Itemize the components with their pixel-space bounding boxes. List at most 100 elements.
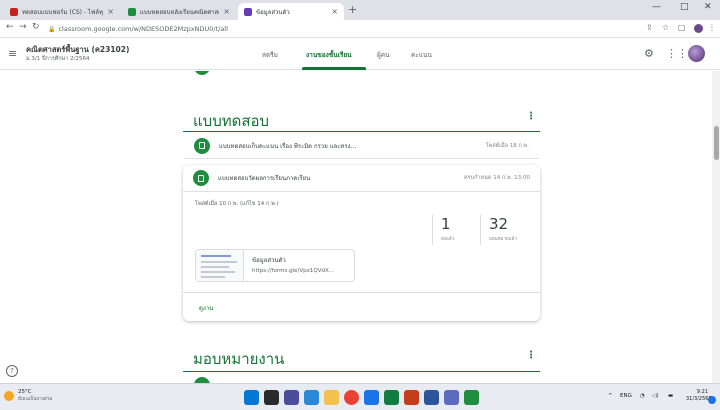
- attachment-url: https://forms.gle/Vpx1QVdX...: [252, 268, 335, 274]
- input-language[interactable]: ENG: [620, 393, 632, 399]
- item-title: แบบทดสอบวัดผลการเรียนภาคเรียน: [218, 175, 311, 182]
- quiz-assignment-icon: [193, 170, 209, 186]
- close-icon[interactable]: ×: [331, 7, 338, 16]
- notification-icon[interactable]: [708, 396, 716, 404]
- tab-stream[interactable]: สตรีม: [262, 50, 278, 60]
- view-assignment-link[interactable]: ดูงาน: [199, 303, 213, 313]
- attachment-title: ข้อมูลส่วนตัว: [252, 257, 286, 264]
- sun-icon: [4, 390, 14, 401]
- tab-people[interactable]: ผู้คน: [377, 50, 390, 60]
- hamburger-menu-icon[interactable]: ≡: [8, 47, 17, 60]
- browser-tab-3[interactable]: ข้อมูลส่วนตัว ×: [238, 3, 344, 20]
- form-attachment[interactable]: ข้อมูลส่วนตัว https://forms.gle/Vpx1QVdX…: [195, 249, 355, 282]
- avatar[interactable]: [688, 45, 705, 62]
- form-thumbnail: [196, 250, 244, 281]
- weather-widget[interactable]: 25°C มีเมฆเป็นบางส่วน: [4, 389, 52, 402]
- profile-icon[interactable]: [694, 24, 703, 33]
- browser-tab-2[interactable]: แบบทดสอบหลังเรียนคณิตศาสตร์ คณิตฯ ×: [122, 3, 236, 20]
- expanded-assignment-card: แบบทดสอบวัดผลการเรียนภาคเรียน ครบกำหนด 1…: [183, 165, 540, 321]
- classwork-content: แบบทดสอบ ⋮ แบบทดสอบเก็บคะแนน เรื่อง พีระ…: [0, 71, 712, 383]
- battery-icon[interactable]: ▬: [668, 393, 673, 399]
- settings-gear-icon[interactable]: ⚙: [644, 47, 654, 60]
- help-icon[interactable]: ?: [6, 365, 18, 377]
- reload-icon[interactable]: ↻: [32, 22, 40, 32]
- scrollbar-thumb[interactable]: [714, 126, 719, 160]
- topic-title: แบบทดสอบ: [193, 112, 270, 130]
- lock-icon: 🔒: [48, 25, 56, 33]
- list-item[interactable]: แบบทดสอบเก็บคะแนน เรื่อง พีระมิด กรวย แล…: [184, 133, 539, 159]
- bookmark-star-icon[interactable]: ☆: [662, 23, 669, 32]
- new-tab-button[interactable]: +: [348, 3, 357, 16]
- topic-divider: [183, 131, 540, 132]
- topic-title: มอบหมายงาน: [193, 350, 285, 368]
- tab-title: ข้อมูลส่วนตัว: [256, 8, 290, 16]
- word-icon[interactable]: [424, 390, 439, 405]
- browser-menu-icon[interactable]: ⋮: [708, 23, 716, 32]
- tab-title: แบบทดสอบหลังเรียนคณิตศาสตร์ คณิตฯ: [140, 8, 220, 16]
- stat-assigned[interactable]: 32 มอบหมายแล้ว: [480, 215, 528, 245]
- forms-icon: [244, 7, 252, 16]
- url-input[interactable]: 🔒 classroom.google.com/w/NDESODE2MzpxNDU…: [48, 22, 628, 36]
- item-title: แบบทดสอบเก็บคะแนน เรื่อง พีระมิด กรวย แล…: [219, 142, 357, 150]
- quiz-assignment-icon: [194, 137, 210, 154]
- windows-start-icon[interactable]: [244, 390, 259, 405]
- stat-number: 32: [489, 215, 509, 233]
- classroom-header: ≡ คณิตศาสตร์พื้นฐาน (ค23102) ม.3/1 ปีการ…: [0, 38, 720, 70]
- forward-icon[interactable]: →: [19, 22, 27, 32]
- minimize-button[interactable]: —: [652, 2, 661, 12]
- topic-more-icon[interactable]: ⋮: [526, 350, 536, 361]
- list-item[interactable]: แบบทดสอบวัดผลการเรียนภาคเรียน ครบกำหนด 1…: [183, 165, 540, 192]
- browser-tab-1[interactable]: ทดสอบแบบฟอร์ม (CS) - ไฟล์ทุกอย่าง ×: [4, 3, 120, 20]
- address-bar: ← → ↻ 🔒 classroom.google.com/w/NDESODE2M…: [0, 20, 720, 38]
- tab-grades[interactable]: คะแนน: [411, 50, 432, 60]
- active-tab-indicator: [302, 67, 366, 70]
- assignment-icon-partial: [194, 71, 210, 75]
- close-icon[interactable]: ×: [107, 7, 114, 16]
- clock-date: 31/3/2565: [686, 396, 712, 402]
- tab-title: ทดสอบแบบฟอร์ม (CS) - ไฟล์ทุกอย่าง: [22, 8, 103, 16]
- share-icon[interactable]: ⇪: [646, 23, 653, 32]
- taskbar-apps: [244, 390, 484, 405]
- file-explorer-icon[interactable]: [324, 390, 339, 405]
- clock-time: 9:21: [696, 389, 708, 395]
- topic-more-icon[interactable]: ⋮: [526, 111, 536, 122]
- weather-description: มีเมฆเป็นบางส่วน: [18, 397, 53, 402]
- card-footer: ดูงาน: [183, 292, 540, 321]
- chrome-icon[interactable]: [344, 390, 359, 405]
- topic-divider: [183, 371, 540, 372]
- store-icon[interactable]: [364, 390, 379, 405]
- powerpoint-icon[interactable]: [404, 390, 419, 405]
- stat-label: ส่งแล้ว: [441, 237, 455, 242]
- sidebar-icon[interactable]: ▢: [678, 23, 686, 32]
- task-view-icon[interactable]: [264, 390, 279, 405]
- taskbar-clock[interactable]: 9:21 31/3/2565: [686, 389, 712, 403]
- browser-tabstrip: ทดสอบแบบฟอร์ม (CS) - ไฟล์ทุกอย่าง × แบบท…: [0, 0, 720, 20]
- classroom-icon: [128, 7, 136, 16]
- edge-icon[interactable]: [304, 390, 319, 405]
- close-icon[interactable]: ×: [223, 7, 230, 16]
- submission-stats: 1 ส่งแล้ว 32 มอบหมายแล้ว: [432, 215, 528, 245]
- line-app-icon[interactable]: [464, 390, 479, 405]
- notepad-icon[interactable]: [444, 390, 459, 405]
- gmail-icon: [10, 7, 18, 16]
- item-due-date: ครบกำหนด 14 ก.พ. 13:00: [463, 175, 530, 181]
- stat-label: มอบหมายแล้ว: [489, 237, 517, 242]
- tray-chevron-icon[interactable]: ^: [608, 393, 613, 399]
- volume-icon[interactable]: ◁): [652, 393, 658, 399]
- posted-text: โพสต์เมื่อ 10 ก.พ. (แก้ไข 14 ก.พ.): [195, 201, 279, 207]
- windows-taskbar: 25°C มีเมฆเป็นบางส่วน ^ ENG ◔ ◁) ▬ 9:21 …: [0, 383, 720, 410]
- stat-turned-in[interactable]: 1 ส่งแล้ว: [432, 215, 480, 245]
- excel-icon[interactable]: [384, 390, 399, 405]
- maximize-button[interactable]: □: [680, 2, 689, 12]
- back-icon[interactable]: ←: [6, 22, 14, 32]
- item-posted-date: โพสต์เมื่อ 18 ก.พ.: [485, 142, 529, 149]
- tab-classwork[interactable]: งานของชั้นเรียน: [306, 50, 352, 60]
- url-text: classroom.google.com/w/NDESODE2MzpxNDU0/…: [58, 25, 228, 33]
- wifi-icon[interactable]: ◔: [640, 393, 645, 399]
- stat-number: 1: [441, 215, 451, 233]
- apps-grid-icon[interactable]: ⋮⋮: [666, 47, 688, 60]
- chat-icon[interactable]: [284, 390, 299, 405]
- scrollbar-track[interactable]: [712, 71, 720, 383]
- close-window-button[interactable]: ✕: [704, 2, 712, 12]
- course-subtitle: ม.3/1 ปีการศึกษา 2/2564: [26, 56, 90, 62]
